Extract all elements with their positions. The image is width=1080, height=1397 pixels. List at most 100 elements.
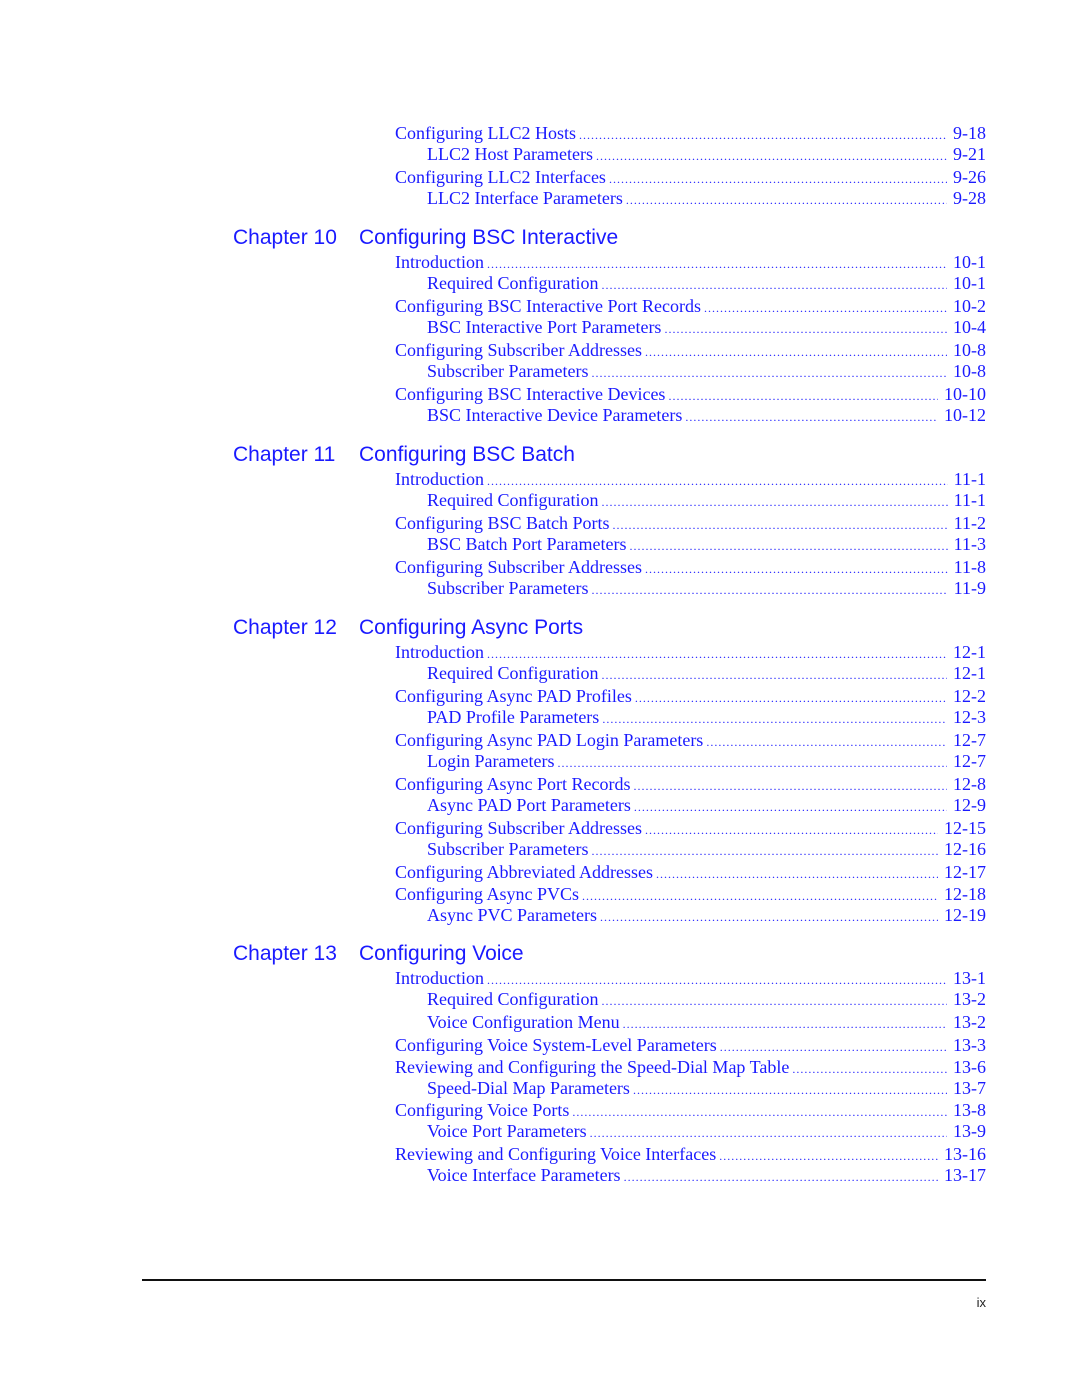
dot-leader (656, 867, 938, 882)
toc-entry-title: Configuring BSC Interactive Port Records (395, 296, 701, 316)
toc-entry-page: 13-7 (953, 1078, 986, 1098)
toc-entry-title: Required Configuration (427, 989, 599, 1009)
chapter-title: Configuring Async Ports (359, 616, 584, 639)
toc-entry[interactable]: Introduction 11-1 (395, 469, 986, 491)
toc-entry[interactable]: BSC Interactive Device Parameters 10-12 (427, 405, 986, 427)
toc-entry[interactable]: Required Configuration 13-2 (427, 989, 986, 1011)
toc-entry-page: 13-9 (953, 1121, 986, 1141)
dot-leader (664, 322, 947, 337)
toc-entry[interactable]: Configuring BSC Batch Ports 11-2 (395, 513, 986, 535)
dot-leader (601, 278, 947, 293)
chapter-label: Chapter 12 (233, 616, 337, 639)
toc-entry[interactable]: Configuring Voice Ports 13-8 (395, 1100, 986, 1122)
toc-entry[interactable]: Introduction 13-1 (395, 968, 986, 990)
dot-leader (582, 889, 938, 904)
toc-entry[interactable]: Configuring Subscriber Addresses 11-8 (395, 557, 986, 579)
toc-entry[interactable]: Voice Interface Parameters 13-17 (427, 1165, 986, 1187)
toc-entry-page: 12-16 (944, 839, 986, 859)
toc-entry[interactable]: BSC Batch Port Parameters 11-3 (427, 534, 986, 556)
toc-entry-title: LLC2 Host Parameters (427, 144, 593, 164)
toc-entry[interactable]: Configuring Async Port Records 12-8 (395, 774, 986, 796)
toc-entry[interactable]: Introduction 12-1 (395, 642, 986, 664)
toc-entry-title: Configuring Voice System-Level Parameter… (395, 1035, 717, 1055)
toc-entry-page: 12-17 (944, 862, 986, 882)
chapter-label: Chapter 10 (233, 226, 337, 249)
toc-entry-title: Reviewing and Configuring Voice Interfac… (395, 1144, 717, 1164)
toc-entry[interactable]: Configuring Async PAD Login Parameters 12… (395, 730, 986, 752)
toc-entry[interactable]: Configuring Async PVCs 12-18 (395, 884, 986, 906)
chapter-label: Chapter 13 (233, 942, 337, 965)
toc-entry[interactable]: Reviewing and Configuring Voice Interfac… (395, 1144, 986, 1166)
toc-entry[interactable]: Introduction 10-1 (395, 252, 986, 274)
toc-entry-title: Configuring Subscriber Addresses (395, 557, 642, 577)
toc-entry[interactable]: Voice Port Parameters 13-9 (427, 1121, 986, 1143)
toc-entry[interactable]: Required Configuration 12-1 (427, 663, 986, 685)
toc-entry[interactable]: Login Parameters 12-7 (427, 751, 986, 773)
toc-entry[interactable]: LLC2 Interface Parameters 9-28 (427, 188, 986, 210)
toc-entry[interactable]: Configuring BSC Interactive Devices 10-10 (395, 384, 986, 406)
toc-entry-title: Login Parameters (427, 751, 555, 771)
toc-entry[interactable]: PAD Profile Parameters 12-3 (427, 707, 986, 729)
toc-entry-page: 13-17 (944, 1165, 986, 1185)
toc-entry-page: 12-9 (953, 795, 986, 815)
dot-leader (706, 735, 947, 750)
toc-entry[interactable]: Configuring Async PAD Profiles 12-2 (395, 686, 986, 708)
toc-entry-title: Configuring Async PAD Profiles (395, 686, 632, 706)
toc-entry-title: Configuring Abbreviated Addresses (395, 862, 653, 882)
dot-leader (601, 668, 947, 683)
toc-entry[interactable]: Voice Configuration Menu 13-2 (427, 1012, 986, 1034)
chapter-heading[interactable]: Chapter 10 Configuring BSC Interactive (233, 226, 618, 254)
toc-entry[interactable]: Configuring Subscriber Addresses 10-8 (395, 340, 986, 362)
toc-entry[interactable]: Configuring Voice System-Level Parameter… (395, 1035, 986, 1057)
toc-entry[interactable]: Reviewing and Configuring the Speed-Dial… (395, 1057, 986, 1079)
dot-leader (629, 539, 947, 554)
toc-entry-page: 9-21 (953, 144, 986, 164)
dot-leader (624, 1170, 938, 1185)
chapter-heading[interactable]: Chapter 12 Configuring Async Ports (233, 616, 583, 644)
toc-entry-page: 13-8 (953, 1100, 986, 1120)
dot-leader (704, 301, 947, 316)
chapter-title: Configuring BSC Interactive (359, 226, 619, 249)
toc-entry-page: 13-16 (944, 1144, 986, 1164)
toc-entry-page: 13-2 (953, 989, 986, 1009)
toc-entry[interactable]: Subscriber Parameters 11-9 (427, 578, 986, 600)
dot-leader (634, 779, 948, 794)
dot-leader (609, 172, 947, 187)
toc-entry[interactable]: Speed-Dial Map Parameters 13-7 (427, 1078, 986, 1100)
toc-entry-page: 10-4 (953, 317, 986, 337)
toc-entry-page: 12-19 (944, 905, 986, 925)
toc-entry[interactable]: Configuring Abbreviated Addresses 12-17 (395, 862, 986, 884)
chapter-heading[interactable]: Chapter 11 Configuring BSC Batch (233, 443, 575, 471)
chapter-heading[interactable]: Chapter 13 Configuring Voice (233, 942, 524, 970)
toc-entry-title: PAD Profile Parameters (427, 707, 600, 727)
toc-entry[interactable]: Subscriber Parameters 10-8 (427, 361, 986, 383)
toc-entry[interactable]: Subscriber Parameters 12-16 (427, 839, 986, 861)
toc-entry[interactable]: Configuring LLC2 Hosts 9-18 (395, 123, 986, 145)
toc-entry-title: Configuring Async PAD Login Parameters (395, 730, 704, 750)
toc-entry[interactable]: Configuring LLC2 Interfaces 9-26 (395, 167, 986, 189)
toc-entry[interactable]: Async PAD Port Parameters 12-9 (427, 795, 986, 817)
footer-rule (142, 1279, 986, 1281)
toc-entry-title: Subscriber Parameters (427, 839, 589, 859)
toc-entry[interactable]: Required Configuration 10-1 (427, 273, 986, 295)
dot-leader (591, 844, 938, 859)
toc-entry-title: Configuring Subscriber Addresses (395, 818, 642, 838)
dot-leader (792, 1062, 947, 1077)
toc-entry-title: Subscriber Parameters (427, 578, 589, 598)
dot-leader (572, 1105, 947, 1120)
dot-leader (623, 1017, 947, 1032)
toc-entry[interactable]: Required Configuration 11-1 (427, 490, 986, 512)
toc-entry-title: Introduction (395, 469, 484, 489)
toc-entry-title: Required Configuration (427, 490, 599, 510)
toc-entry[interactable]: LLC2 Host Parameters 9-21 (427, 144, 986, 166)
toc-entry[interactable]: Configuring BSC Interactive Port Records… (395, 296, 986, 318)
toc-entry-page: 11-8 (953, 557, 986, 577)
toc-entry[interactable]: Async PVC Parameters 12-19 (427, 905, 986, 927)
dot-leader (645, 823, 938, 838)
dot-leader (487, 257, 947, 272)
toc-entry[interactable]: BSC Interactive Port Parameters 10-4 (427, 317, 986, 339)
toc-entry-title: Configuring BSC Batch Ports (395, 513, 610, 533)
toc-entry-title: BSC Batch Port Parameters (427, 534, 627, 554)
toc-entry[interactable]: Configuring Subscriber Addresses 12-15 (395, 818, 986, 840)
dot-leader (633, 1083, 947, 1098)
